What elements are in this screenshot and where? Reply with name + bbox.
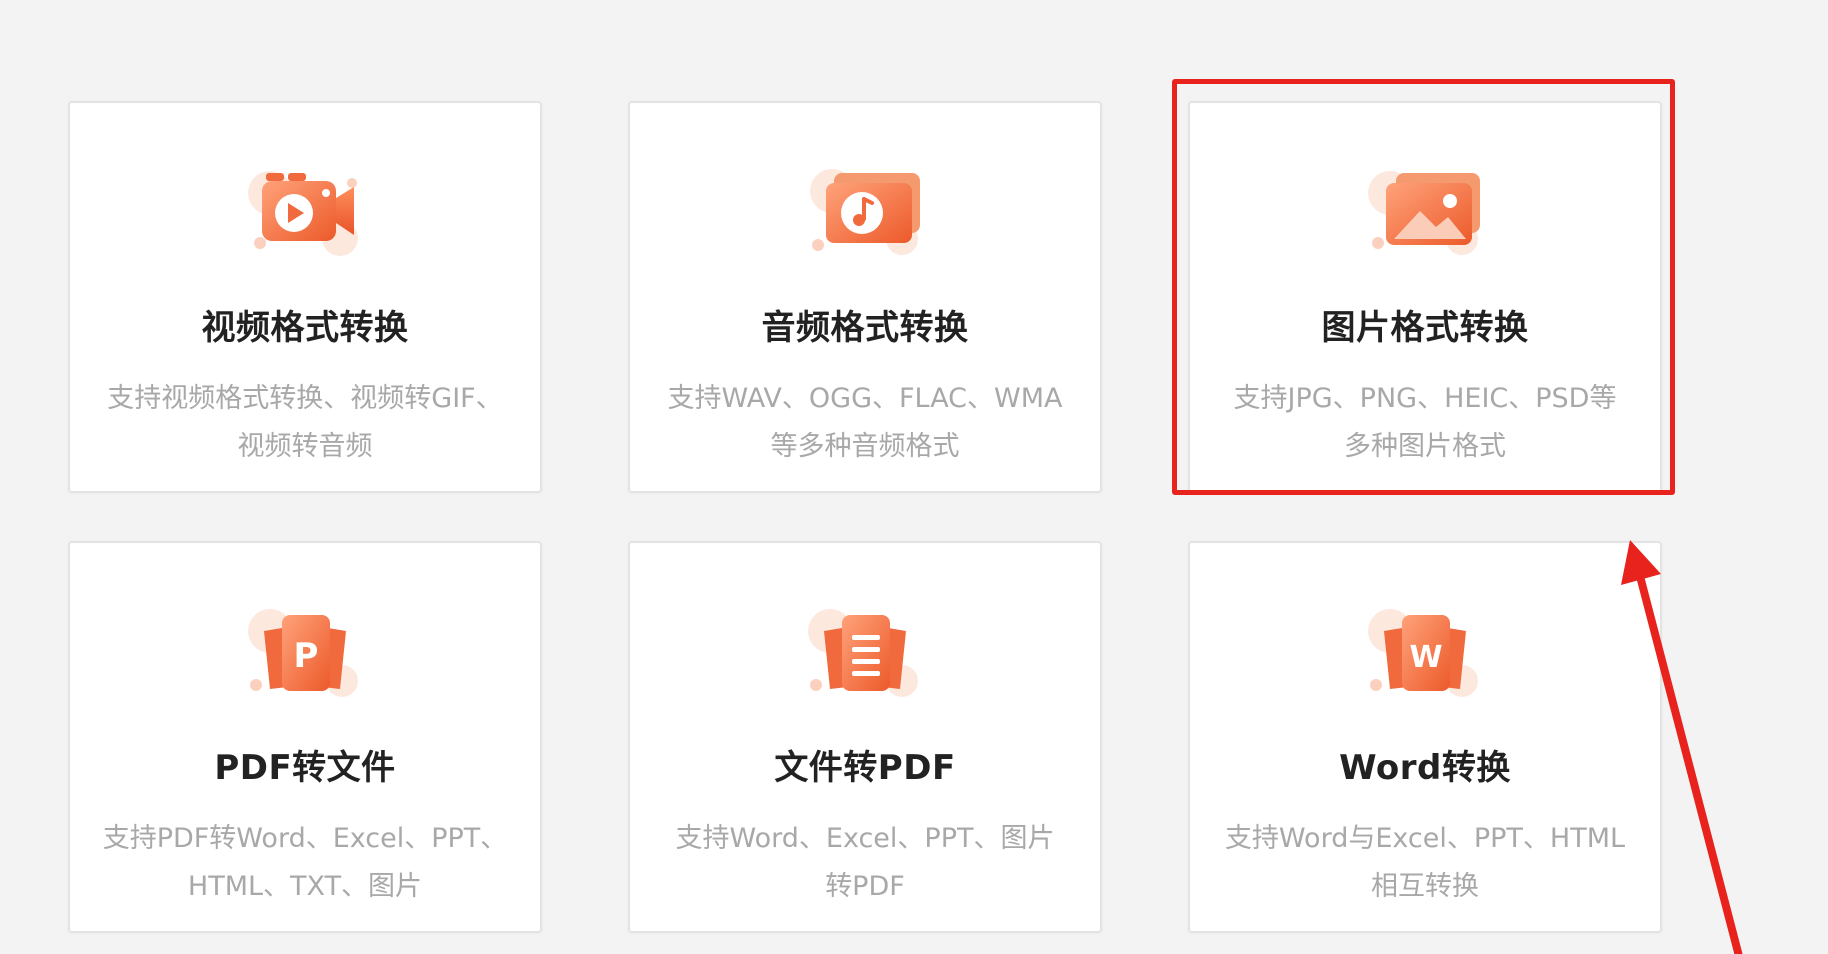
card-word-convert[interactable]: W Word转换 支持Word与Excel、PPT、HTML 相互转换: [1188, 541, 1662, 933]
word-w-icon: W: [1350, 583, 1500, 713]
card-pdf-to-file[interactable]: P PDF转文件 支持PDF转Word、Excel、PPT、 HTML、TXT、…: [68, 541, 542, 933]
card-file-to-pdf[interactable]: 文件转PDF 支持Word、Excel、PPT、图片 转PDF: [628, 541, 1102, 933]
card-image-format-convert[interactable]: 图片格式转换 支持JPG、PNG、HEIC、PSD等 多种图片格式: [1188, 101, 1662, 493]
description-line: 支持JPG、PNG、HEIC、PSD等: [1233, 383, 1617, 414]
card-title: 音频格式转换: [761, 308, 969, 348]
card-title: PDF转文件: [214, 748, 396, 788]
description-line: 转PDF: [825, 871, 905, 902]
card-title: Word转换: [1339, 748, 1511, 788]
pdf-p-icon: P: [230, 583, 380, 713]
description-line: 支持Word、Excel、PPT、图片: [675, 823, 1055, 854]
description-line: 相互转换: [1371, 871, 1479, 902]
card-description: 支持Word、Excel、PPT、图片 转PDF: [654, 815, 1076, 911]
image-icon: [1350, 143, 1500, 273]
card-audio-format-convert[interactable]: 音频格式转换 支持WAV、OGG、FLAC、WMA 等多种音频格式: [628, 101, 1102, 493]
card-description: 支持JPG、PNG、HEIC、PSD等 多种图片格式: [1214, 375, 1636, 471]
description-line: 多种图片格式: [1344, 431, 1506, 462]
svg-text:P: P: [294, 636, 319, 676]
music-note-icon: [790, 143, 940, 273]
description-line: 支持WAV、OGG、FLAC、WMA: [667, 383, 1063, 414]
description-line: 支持视频格式转换、视频转GIF、: [107, 383, 503, 414]
video-camera-icon: [230, 143, 380, 273]
card-description: 支持WAV、OGG、FLAC、WMA 等多种音频格式: [654, 375, 1076, 471]
description-line: 支持PDF转Word、Excel、PPT、: [102, 823, 508, 854]
description-line: 等多种音频格式: [770, 431, 960, 462]
description-line: HTML、TXT、图片: [187, 871, 423, 902]
card-title: 视频格式转换: [201, 308, 409, 348]
description-line: 支持Word与Excel、PPT、HTML: [1224, 823, 1626, 854]
description-line: 视频转音频: [237, 431, 373, 462]
document-lines-icon: [790, 583, 940, 713]
card-description: 支持PDF转Word、Excel、PPT、 HTML、TXT、图片: [94, 815, 516, 911]
card-description: 支持Word与Excel、PPT、HTML 相互转换: [1214, 815, 1636, 911]
card-video-format-convert[interactable]: 视频格式转换 支持视频格式转换、视频转GIF、 视频转音频: [68, 101, 542, 493]
svg-text:W: W: [1409, 640, 1442, 675]
card-title: 图片格式转换: [1321, 308, 1529, 348]
card-title: 文件转PDF: [774, 748, 956, 788]
card-description: 支持视频格式转换、视频转GIF、 视频转音频: [94, 375, 516, 471]
